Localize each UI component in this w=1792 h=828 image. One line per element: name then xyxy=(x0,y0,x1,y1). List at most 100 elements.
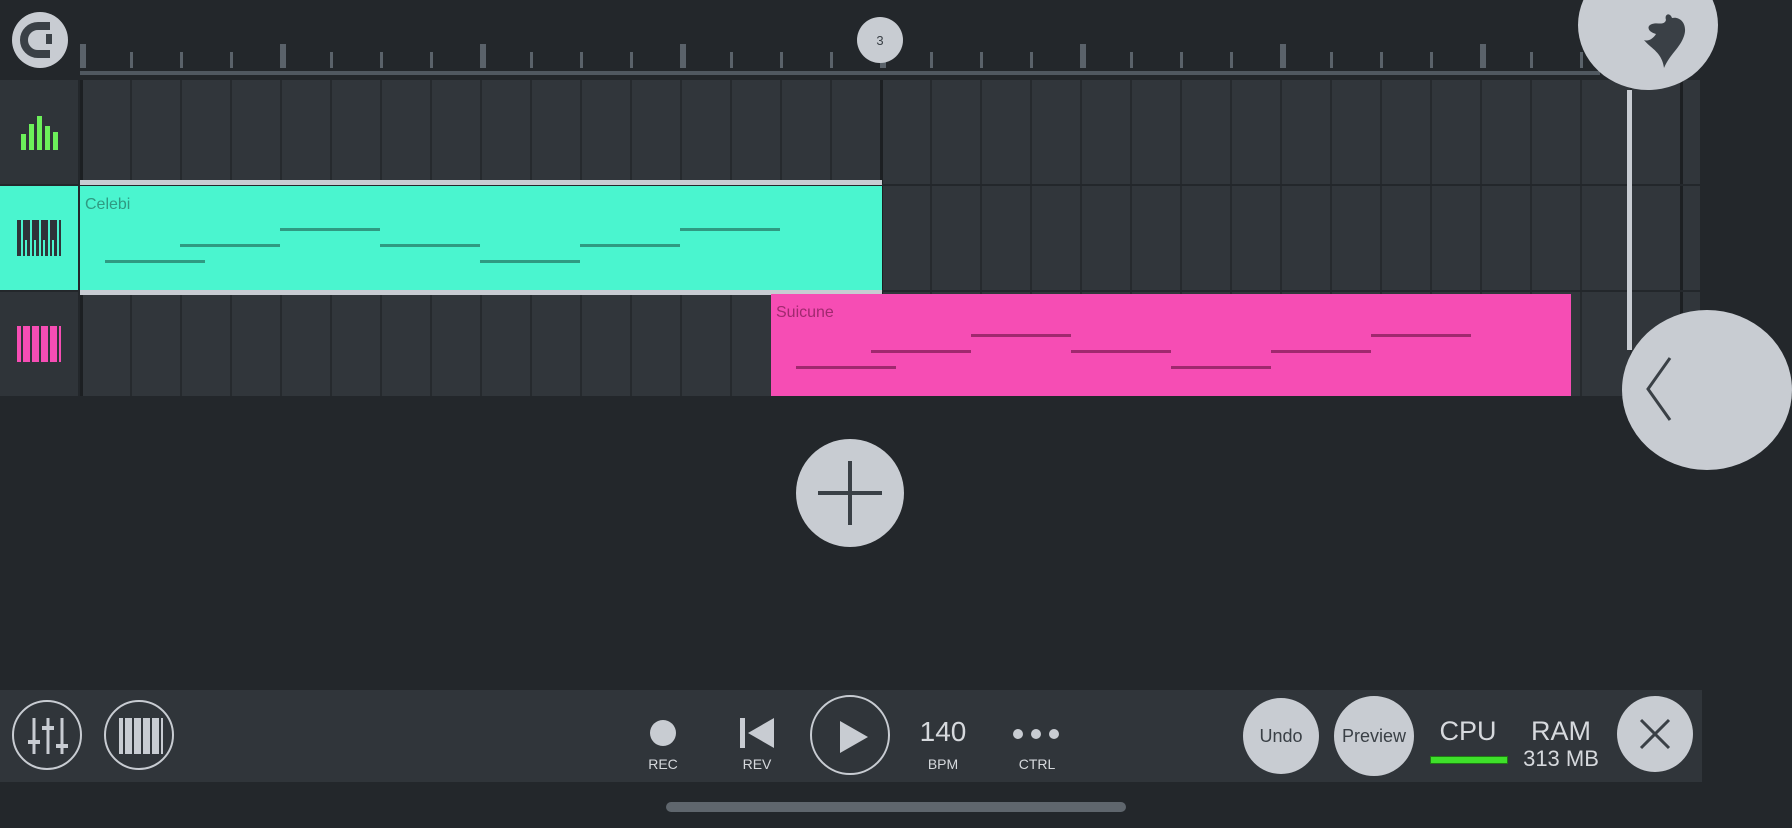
preview-label: Preview xyxy=(1341,725,1407,746)
note xyxy=(580,244,680,247)
more-dots-icon[interactable] xyxy=(1012,728,1060,740)
ruler-tick xyxy=(1430,52,1433,68)
collapse-panel-button[interactable] xyxy=(1622,310,1792,470)
note xyxy=(796,366,896,369)
clip-selection-top xyxy=(80,180,882,185)
track-header-suicune[interactable] xyxy=(0,292,78,396)
ruler-tick xyxy=(1030,52,1033,68)
mixer-sliders-icon xyxy=(28,718,68,754)
ruler-tick xyxy=(1480,44,1486,68)
grid-line xyxy=(730,292,732,396)
grid-line xyxy=(1230,186,1232,290)
grid-line xyxy=(1430,186,1432,290)
mixer-button[interactable] xyxy=(12,700,82,770)
piano-keys-icon xyxy=(119,718,163,754)
note xyxy=(1271,350,1371,353)
clip-name: Celebi xyxy=(85,196,131,213)
cpu-meter xyxy=(1430,756,1508,764)
ruler-tick xyxy=(930,52,933,68)
grid-line xyxy=(480,292,482,396)
ruler-tick xyxy=(380,52,383,68)
grid-line xyxy=(180,292,182,396)
grid-line xyxy=(1380,186,1382,290)
undo-button[interactable]: Undo xyxy=(1243,698,1319,774)
grid-line xyxy=(1480,186,1482,290)
ruler-tick xyxy=(330,52,333,68)
track-header-celebi[interactable] xyxy=(0,186,78,290)
grid-line xyxy=(1430,80,1432,184)
grid-line xyxy=(1180,186,1182,290)
ruler-tick xyxy=(230,52,233,68)
playhead-marker[interactable]: 3 xyxy=(857,17,903,63)
grid-line xyxy=(1480,80,1482,184)
ruler-tick xyxy=(780,52,783,68)
grid-line xyxy=(330,292,332,396)
grid-line xyxy=(130,292,132,396)
ruler-tick xyxy=(1230,52,1233,68)
grid-line xyxy=(580,80,582,184)
ruler-tick xyxy=(830,52,833,68)
ram-label: RAM xyxy=(1531,716,1591,746)
grid-line xyxy=(580,292,582,396)
bpm-label: BPM xyxy=(927,756,959,772)
rev-label: REV xyxy=(742,756,772,772)
ruler-tick xyxy=(1130,52,1133,68)
note xyxy=(971,334,1071,337)
note xyxy=(871,350,971,353)
close-button[interactable] xyxy=(1617,696,1693,772)
grid-line xyxy=(1580,80,1582,184)
ruler-tick xyxy=(1180,52,1183,68)
grid-line xyxy=(330,80,332,184)
ruler-tick xyxy=(680,44,686,68)
grid-line xyxy=(1030,80,1032,184)
ruler-tick xyxy=(630,52,633,68)
note xyxy=(1171,366,1271,369)
grid-line xyxy=(980,186,982,290)
grid-line xyxy=(980,80,982,184)
track-header-mixer[interactable] xyxy=(0,80,78,184)
grid-line xyxy=(1130,80,1132,184)
grid-line xyxy=(1580,186,1582,290)
track-lane-1[interactable] xyxy=(80,80,1700,184)
add-track-button[interactable] xyxy=(796,439,904,547)
pattern-clip-celebi[interactable]: Celebi xyxy=(80,186,882,290)
grid-line xyxy=(1680,80,1683,184)
record-icon[interactable] xyxy=(650,720,676,746)
ruler-tick xyxy=(480,44,486,68)
note xyxy=(380,244,480,247)
grid-line xyxy=(180,80,182,184)
pattern-clip-suicune[interactable]: Suicune xyxy=(771,294,1571,396)
note xyxy=(680,228,780,231)
grid-line xyxy=(430,80,432,184)
grid-line xyxy=(1230,80,1232,184)
rec-label: REC xyxy=(648,756,678,772)
snap-magnet-button[interactable] xyxy=(12,12,68,68)
ruler-tick xyxy=(980,52,983,68)
grid-line xyxy=(1330,80,1332,184)
play-icon xyxy=(840,721,868,753)
ruler-tick xyxy=(730,52,733,68)
grid-line xyxy=(1280,80,1282,184)
grid-line xyxy=(1330,186,1332,290)
bottom-toolbar: REC REV 140 BPM CTRL Undo Preview CPU RA… xyxy=(0,690,1702,782)
cpu-label: CPU xyxy=(1439,716,1497,746)
vertical-scrollbar[interactable] xyxy=(1627,90,1632,350)
grid-line xyxy=(830,80,832,184)
piano-keys-icon xyxy=(17,220,61,256)
ruler-tick xyxy=(80,44,86,68)
grid-line xyxy=(1180,80,1182,184)
note xyxy=(1071,350,1171,353)
grid-line xyxy=(80,80,83,184)
note xyxy=(1371,334,1471,337)
grid-line xyxy=(530,80,532,184)
home-indicator[interactable] xyxy=(666,802,1126,812)
fruit-logo-icon xyxy=(1644,14,1686,68)
mixer-bars-icon xyxy=(21,116,58,150)
preview-button[interactable]: Preview xyxy=(1334,696,1414,776)
piano-roll-button[interactable] xyxy=(104,700,174,770)
grid-line xyxy=(880,80,883,184)
bpm-value[interactable]: 140 xyxy=(906,716,980,748)
rewind-icon[interactable] xyxy=(740,718,774,748)
play-button[interactable] xyxy=(810,695,890,775)
piano-keys-icon xyxy=(17,326,61,362)
